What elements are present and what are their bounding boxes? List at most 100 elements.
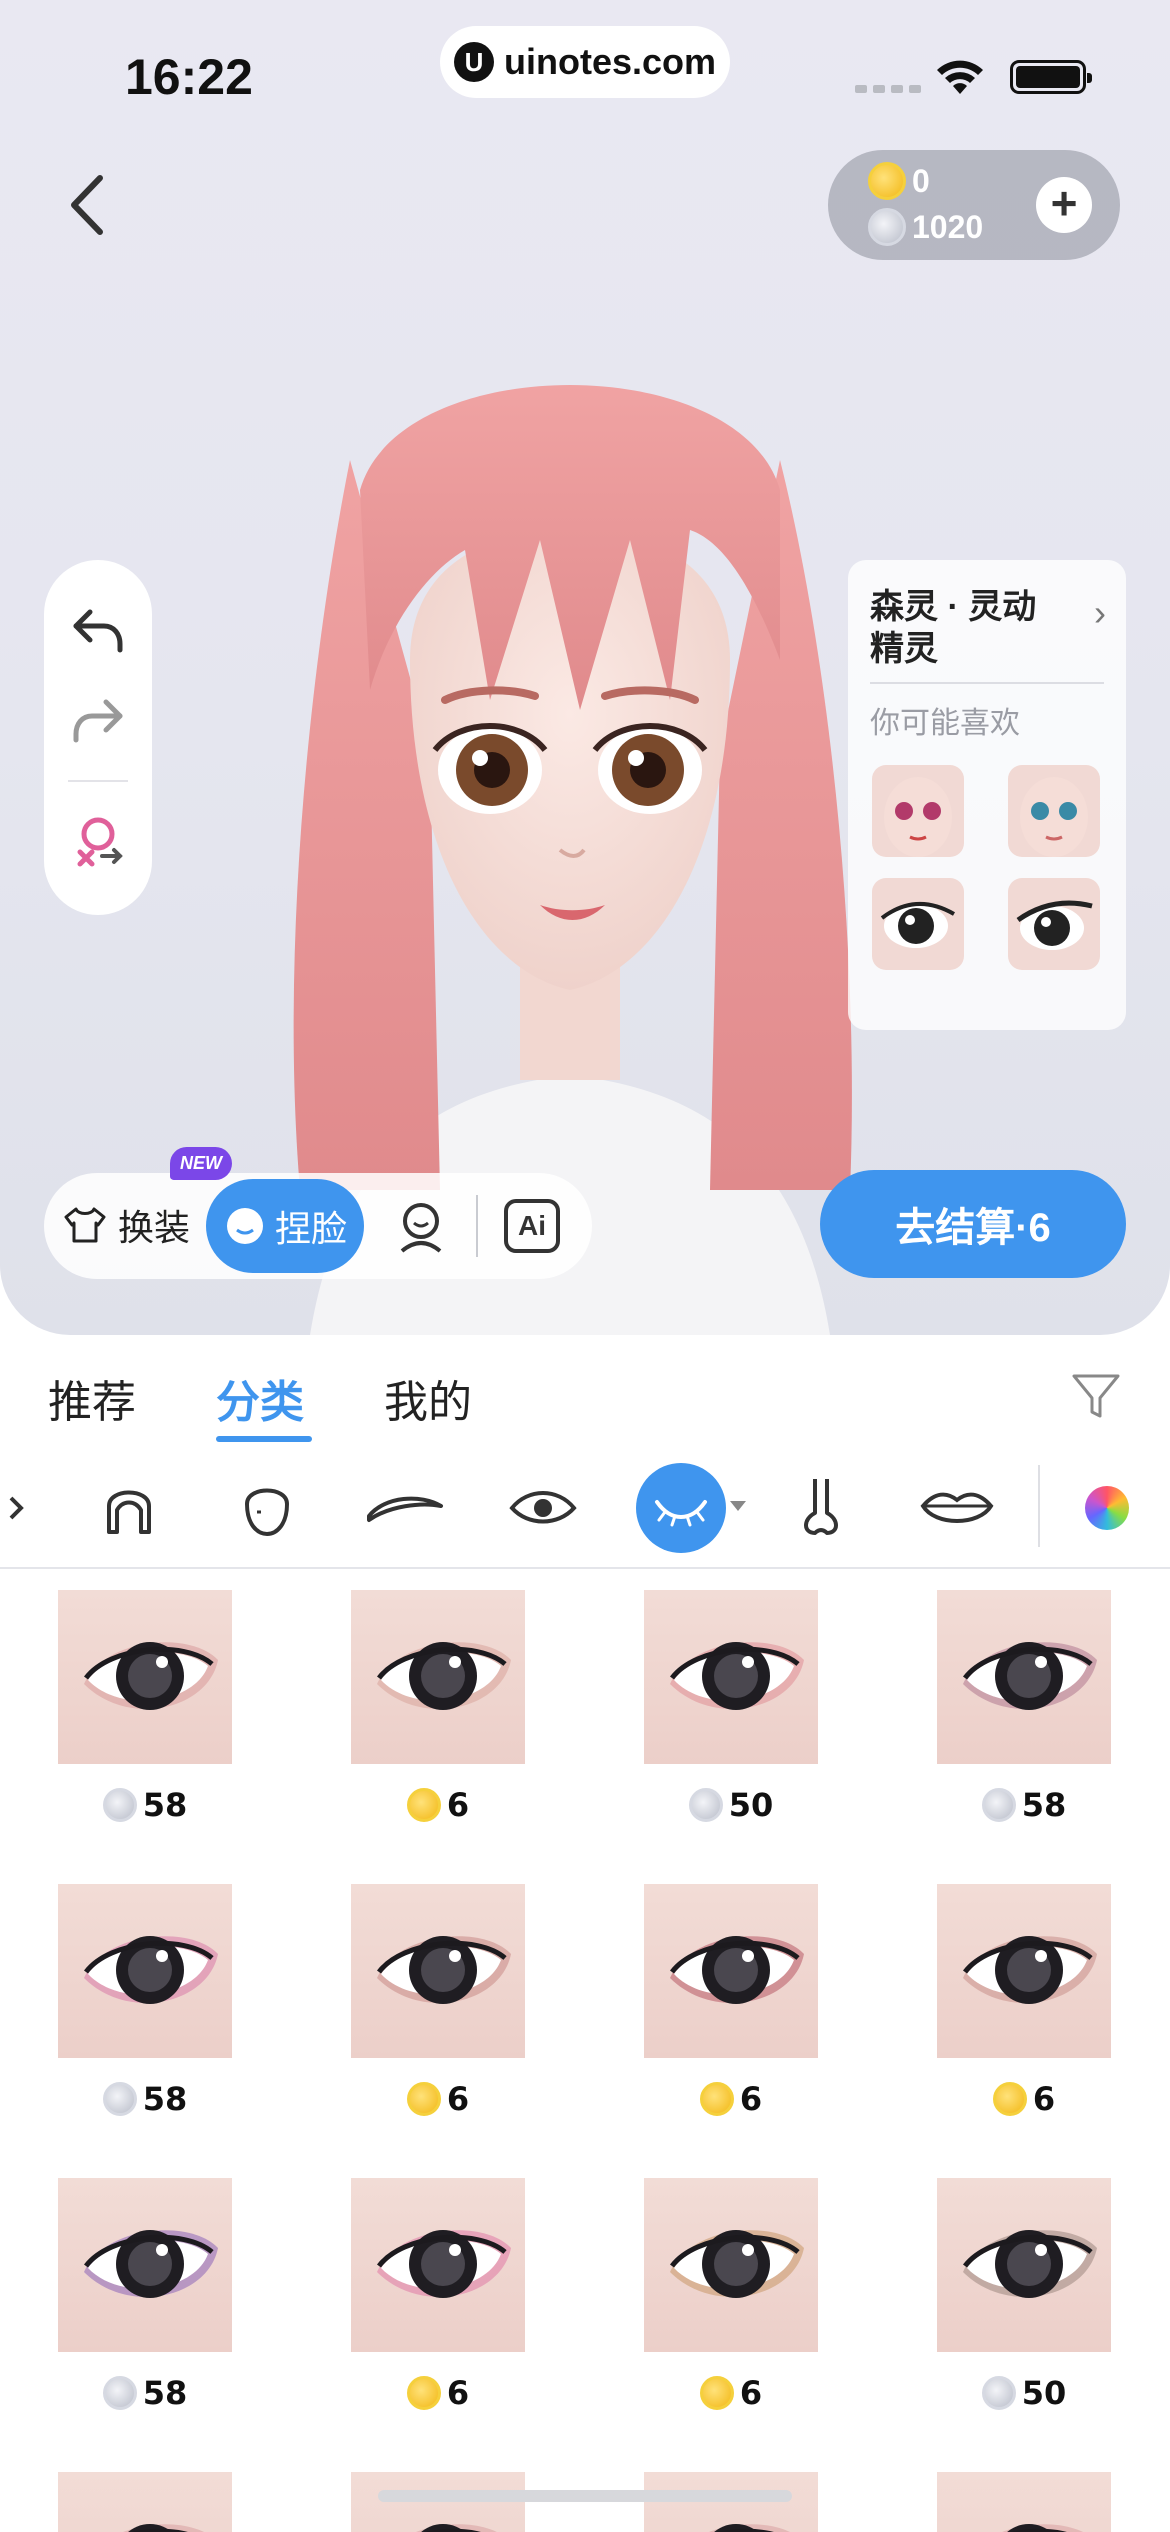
face-edit-mode-button[interactable]: 捏脸	[206, 1179, 364, 1273]
feature-category-row	[0, 1455, 1170, 1565]
gender-switch-icon[interactable]	[68, 812, 128, 872]
status-bar: 16:22 U uinotes.com	[0, 0, 1170, 150]
eye-style-item[interactable]: 6	[644, 1884, 818, 2118]
add-currency-button[interactable]: +	[1036, 177, 1092, 233]
gold-coin-icon	[868, 162, 906, 200]
eye-style-thumbnail[interactable]	[937, 1590, 1111, 1764]
eye-style-item[interactable]: 6	[937, 1884, 1111, 2118]
eye-style-item[interactable]: 6	[351, 1590, 525, 1824]
eye-style-thumbnail[interactable]	[58, 1884, 232, 2058]
cellular-signal-icon	[855, 85, 921, 93]
item-price: 6	[644, 2080, 818, 2118]
eye-style-item[interactable]: 58	[58, 1590, 232, 1824]
recommend-thumb-face-pink[interactable]	[872, 765, 964, 857]
item-price: 50	[937, 2374, 1111, 2412]
item-price: 58	[58, 2080, 232, 2118]
eye-style-thumbnail[interactable]	[937, 1884, 1111, 2058]
eye-style-thumbnail[interactable]	[58, 2472, 232, 2532]
eye-icon[interactable]	[498, 1463, 588, 1553]
site-logo-icon: U	[453, 42, 494, 82]
silver-coin-icon	[102, 1788, 137, 1822]
face-shape-icon[interactable]	[222, 1463, 312, 1553]
caret-down-icon[interactable]	[730, 1501, 746, 1511]
recommend-thumb-face-blue[interactable]	[1008, 765, 1100, 857]
eye-style-item[interactable]	[937, 2472, 1111, 2532]
eye-style-thumbnail[interactable]	[58, 1590, 232, 1764]
wallet-balance[interactable]: 0 1020 +	[828, 150, 1120, 260]
avatar-head-icon[interactable]	[392, 1197, 450, 1255]
eye-style-item[interactable]: 6	[351, 1884, 525, 2118]
item-price: 50	[644, 1786, 818, 1824]
eyelash-icon[interactable]	[636, 1463, 726, 1553]
tab-recommend[interactable]: 推荐	[48, 1366, 136, 1430]
tab-category[interactable]: 分类	[216, 1366, 304, 1430]
eye-style-item[interactable]	[644, 2472, 818, 2532]
item-price: 6	[351, 2374, 525, 2412]
hair-icon[interactable]	[84, 1463, 174, 1553]
recommendation-subtitle: 你可能喜欢	[870, 707, 1020, 740]
eye-style-item[interactable]: 6	[351, 2178, 525, 2412]
gold-coin-icon	[406, 2376, 441, 2410]
category-tabs: 推荐 分类 我的	[0, 1350, 1170, 1460]
outfit-mode-label: 换装	[118, 1207, 191, 1248]
price-value: 50	[1021, 2374, 1067, 2412]
eye-style-thumbnail[interactable]	[351, 1590, 525, 1764]
checkout-button[interactable]: 去结算·6	[820, 1170, 1126, 1278]
recommendation-card[interactable]: 森灵 · 灵动精灵 › 你可能喜欢	[848, 560, 1126, 1030]
recommend-thumb-eye-2[interactable]	[1008, 878, 1100, 970]
eye-style-thumbnail[interactable]	[644, 2472, 818, 2532]
item-price: 58	[937, 1786, 1111, 1824]
eye-style-thumbnail[interactable]	[58, 2178, 232, 2352]
recommendation-title[interactable]: 森灵 · 灵动精灵	[870, 586, 1060, 670]
item-price: 6	[644, 2374, 818, 2412]
eye-style-item[interactable]: 50	[937, 2178, 1111, 2412]
eyebrow-icon[interactable]	[360, 1463, 450, 1553]
edit-tools-panel	[44, 560, 152, 915]
price-value: 6	[446, 2374, 470, 2412]
back-arrow-icon[interactable]	[60, 170, 120, 240]
eye-style-thumbnail[interactable]	[351, 2472, 525, 2532]
nose-icon[interactable]	[774, 1463, 864, 1553]
eye-style-item[interactable]: 6	[644, 2178, 818, 2412]
color-palette-icon[interactable]	[1062, 1463, 1152, 1553]
battery-icon	[1010, 60, 1092, 94]
eye-style-item[interactable]: 58	[58, 2178, 232, 2412]
home-indicator[interactable]	[378, 2490, 792, 2502]
filter-icon[interactable]	[1068, 1368, 1124, 1424]
eye-style-item[interactable]: 58	[58, 1884, 232, 2118]
ai-mode-button[interactable]: Ai	[504, 1199, 560, 1253]
eye-style-thumbnail[interactable]	[644, 2178, 818, 2352]
tab-mine[interactable]: 我的	[384, 1366, 472, 1430]
redo-icon[interactable]	[68, 690, 128, 750]
eye-style-thumbnail[interactable]	[937, 2178, 1111, 2352]
outfit-mode-button[interactable]: 换装	[62, 1199, 190, 1251]
item-price: 58	[58, 1786, 232, 1824]
eye-style-item[interactable]	[351, 2472, 525, 2532]
chevron-right-icon[interactable]: ›	[1094, 592, 1106, 634]
mode-divider	[476, 1195, 478, 1257]
silver-coin-icon	[102, 2082, 137, 2116]
recommend-thumb-eye-1[interactable]	[872, 878, 964, 970]
eye-style-thumbnail[interactable]	[937, 2472, 1111, 2532]
eye-style-item[interactable]: 50	[644, 1590, 818, 1824]
price-value: 50	[728, 1786, 774, 1824]
gold-amount: 0	[912, 162, 930, 199]
price-value: 6	[739, 2374, 763, 2412]
eye-style-item[interactable]: 58	[937, 1590, 1111, 1824]
price-value: 6	[446, 2080, 470, 2118]
item-price: 6	[351, 2080, 525, 2118]
partial-icon[interactable]	[0, 1463, 50, 1553]
lips-icon[interactable]	[912, 1463, 1002, 1553]
eye-style-thumbnail[interactable]	[351, 1884, 525, 2058]
price-value: 58	[142, 1786, 188, 1824]
eye-style-thumbnail[interactable]	[644, 1884, 818, 2058]
undo-icon[interactable]	[68, 600, 128, 660]
eye-style-thumbnail[interactable]	[644, 1590, 818, 1764]
item-price: 6	[351, 1786, 525, 1824]
shirt-icon	[64, 1207, 106, 1243]
eye-style-item[interactable]	[58, 2472, 232, 2532]
eye-style-thumbnail[interactable]	[351, 2178, 525, 2352]
new-badge: NEW	[170, 1147, 232, 1180]
face-edit-icon	[226, 1208, 263, 1244]
category-divider	[1038, 1465, 1040, 1547]
